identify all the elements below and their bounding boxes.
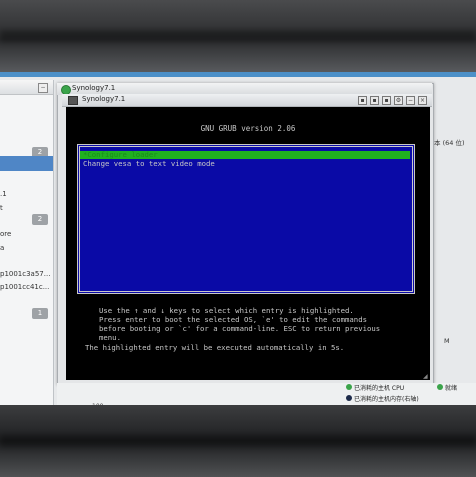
settings-icon[interactable]: ⚙ [394, 96, 403, 105]
memory-legend-icon [346, 395, 352, 401]
inventory-item[interactable]: .1 [0, 190, 7, 198]
grub-menu-entry[interactable]: Change vesa to text video mode [80, 160, 215, 168]
grub-help-line: before booting or `c' for a command-line… [99, 324, 381, 333]
photo-top-band [0, 0, 476, 72]
toolbar-icon[interactable]: ▪ [370, 96, 379, 105]
grub-help-line: menu. [99, 333, 121, 342]
inventory-item[interactable]: p1001c3a57... [0, 270, 50, 278]
toolbar-icon[interactable]: ▪ [358, 96, 367, 105]
grub-autoboot-line: The highlighted entry will be executed a… [85, 343, 345, 352]
minimize-icon[interactable]: − [406, 96, 415, 105]
vm-tab-title[interactable]: Synology7.1 [72, 84, 115, 92]
inventory-item[interactable]: ore [0, 230, 11, 238]
vm-window-title: Synology7.1 [82, 95, 126, 103]
collapse-icon[interactable]: − [38, 83, 48, 93]
close-icon[interactable]: × [418, 96, 427, 105]
inventory-item[interactable]: t [0, 204, 3, 212]
cpu-legend-icon [346, 384, 352, 390]
grub-menu-entry-selected[interactable]: *Configure loader [80, 151, 410, 159]
ready-legend-icon [437, 384, 443, 390]
inventory-item[interactable]: p1001cc41c... [0, 283, 49, 291]
inventory-selected-row[interactable] [0, 156, 53, 171]
inventory-panel-header: − [0, 80, 53, 95]
memory-legend-label: 已消耗的主机内存(右轴) [354, 396, 419, 403]
host-title-accent [0, 72, 476, 77]
resize-grip-icon[interactable]: ◢ [423, 374, 429, 380]
count-badge: 1 [32, 308, 48, 319]
grub-help-line: Press enter to boot the selected OS, `e'… [99, 315, 367, 324]
memory-info-text: M [444, 337, 450, 345]
cpu-legend-label: 已消耗的主机 CPU [354, 385, 405, 392]
grub-help-line: Use the ↑ and ↓ keys to select which ent… [99, 306, 354, 315]
photo-bottom-band [0, 405, 476, 477]
toolbar-icon[interactable]: ▪ [382, 96, 391, 105]
console-icon [68, 96, 78, 105]
inventory-item[interactable]: a [0, 244, 4, 252]
count-badge: 2 [32, 214, 48, 225]
os-info-text: 本 (64 位) [434, 139, 465, 147]
grub-version-title: GNU GRUB version 2.06 [200, 124, 296, 133]
inventory-panel: − 2 .1 t 2 ore a p1001c3a57... p1001cc41… [0, 80, 54, 405]
ready-legend-label: 就绪 [445, 385, 458, 392]
